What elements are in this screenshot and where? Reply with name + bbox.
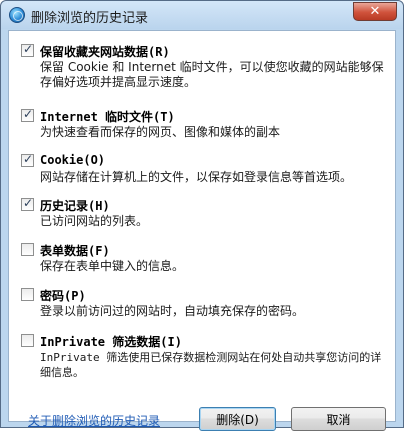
option-cookies: Cookie(O) 网站存储在计算机上的文件，以保存如登录信息等首选项。 xyxy=(21,152,391,187)
option-title: 密码(P) xyxy=(40,289,86,303)
option-form-data: 表单数据(F) 保存在表单中键入的信息。 xyxy=(21,242,391,276)
option-description: 保存在表单中键入的信息。 xyxy=(40,259,185,273)
option-preserve-favorites: 保留收藏夹网站数据(R) 保留 Cookie 和 Internet 临时文件，可… xyxy=(21,42,391,91)
checkbox-form-data[interactable] xyxy=(21,243,34,256)
option-title: InPrivate 筛选数据(I) xyxy=(40,335,182,349)
checkbox-history[interactable] xyxy=(21,196,34,211)
option-history: 历史记录(H) 已访问网站的列表。 xyxy=(21,196,391,231)
option-description: 网站存储在计算机上的文件，以保存如登录信息等首选项。 xyxy=(40,170,353,184)
option-temporary-files: Internet 临时文件(T) 为快速查看而保存的网页、图像和媒体的副本 xyxy=(21,107,391,142)
option-description: InPrivate 筛选使用已保存数据检测网站在何处自动共享您访问的详细信息。 xyxy=(40,351,382,379)
close-button[interactable]: ✕ xyxy=(353,2,397,21)
option-description: 保留 Cookie 和 Internet 临时文件，可以使您收藏的网站能够保存偏… xyxy=(40,60,384,89)
option-title: 历史记录(H) xyxy=(40,199,110,213)
option-passwords: 密码(P) 登录以前访问过的网站时，自动填充保存的密码。 xyxy=(21,287,391,321)
option-title: Internet 临时文件(T) xyxy=(40,110,175,124)
title-bar[interactable]: 删除浏览的历史记录 ✕ xyxy=(1,1,403,29)
checkbox-temporary-files[interactable] xyxy=(21,107,34,122)
checkbox-cookies[interactable] xyxy=(21,152,34,167)
option-inprivate-filtering: InPrivate 筛选数据(I) InPrivate 筛选使用已保存数据检测网… xyxy=(21,333,391,381)
checkbox-passwords[interactable] xyxy=(21,288,34,301)
dialog-content: 保留收藏夹网站数据(R) 保留 Cookie 和 Internet 临时文件，可… xyxy=(8,30,396,431)
internet-explorer-icon xyxy=(9,7,25,23)
option-description: 已访问网站的列表。 xyxy=(40,214,149,228)
option-description: 为快速查看而保存的网页、图像和媒体的副本 xyxy=(40,125,281,139)
option-title: 表单数据(F) xyxy=(40,244,110,258)
checkbox-preserve-favorites[interactable] xyxy=(21,42,34,57)
option-title: Cookie(O) xyxy=(40,153,106,167)
checkbox-inprivate-filtering[interactable] xyxy=(21,334,34,347)
option-title: 保留收藏夹网站数据(R) xyxy=(40,45,170,59)
option-description: 登录以前访问过的网站时，自动填充保存的密码。 xyxy=(40,304,305,318)
dialog-window: 删除浏览的历史记录 ✕ 保留收藏夹网站数据(R) 保留 Cookie 和 Int… xyxy=(0,0,404,431)
about-deleting-history-link[interactable]: 关于删除浏览的历史记录 xyxy=(28,412,160,429)
delete-button[interactable]: 删除(D) xyxy=(199,407,276,431)
window-title: 删除浏览的历史记录 xyxy=(31,11,149,26)
cancel-button[interactable]: 取消 xyxy=(291,407,386,431)
close-icon: ✕ xyxy=(369,4,381,19)
